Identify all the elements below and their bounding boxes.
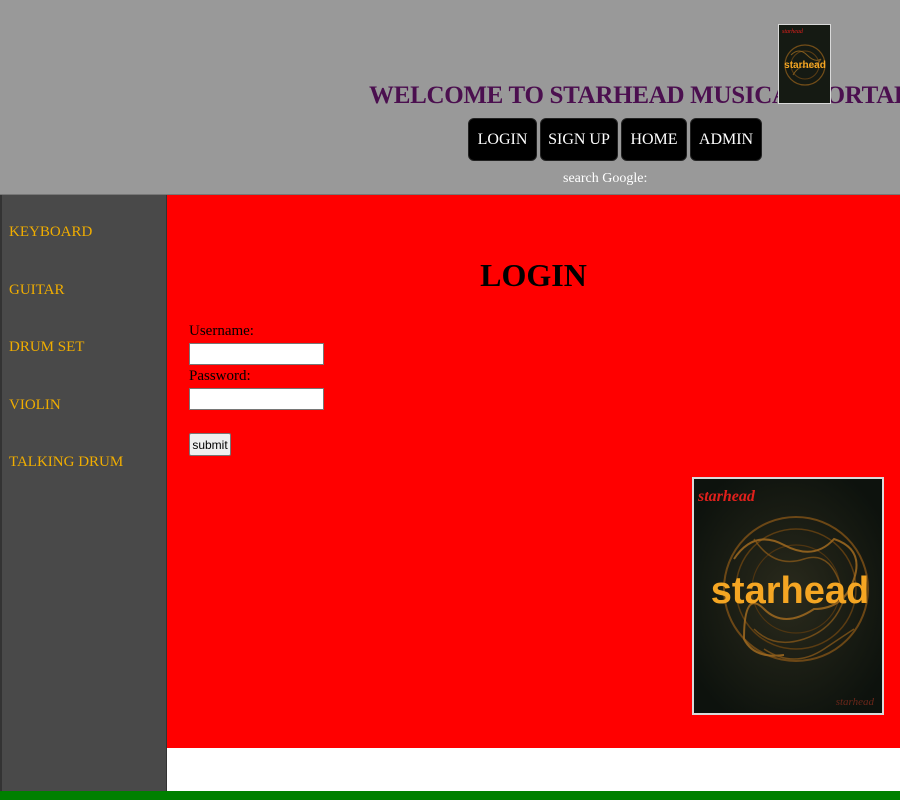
header-logo-text: starhead bbox=[784, 60, 826, 71]
nav-home-button[interactable]: HOME bbox=[621, 118, 687, 161]
main-content: LOGIN Username: Password: submit starhea… bbox=[167, 195, 900, 748]
submit-button[interactable]: submit bbox=[189, 433, 231, 456]
username-label: Username: bbox=[189, 323, 254, 339]
starhead-logo-image: starhead starhead starhead bbox=[692, 477, 884, 715]
username-input[interactable] bbox=[189, 343, 324, 365]
sidebar-item-drum-set[interactable]: DRUM SET bbox=[9, 339, 84, 356]
search-google-label: search Google: bbox=[563, 171, 648, 186]
sidebar-item-guitar[interactable]: GUITAR bbox=[9, 282, 64, 299]
password-input[interactable] bbox=[189, 388, 324, 410]
sidebar: KEYBOARD GUITAR DRUM SET VIOLIN TALKING … bbox=[0, 195, 167, 791]
password-label: Password: bbox=[189, 368, 251, 384]
header-logo-graphic: starhead starhead bbox=[779, 25, 830, 103]
sidebar-item-violin[interactable]: VIOLIN bbox=[9, 397, 61, 414]
header-logo: starhead starhead bbox=[778, 24, 831, 104]
header-logo-corner-text: starhead bbox=[782, 29, 804, 35]
login-title: LOGIN bbox=[480, 257, 587, 293]
sidebar-item-talking-drum[interactable]: TALKING DRUM bbox=[9, 454, 123, 471]
footer-bar bbox=[0, 791, 900, 800]
logo-corner-text: starhead bbox=[697, 488, 756, 505]
logo-signature-text: starhead bbox=[836, 696, 875, 708]
starhead-logo-graphic: starhead starhead starhead bbox=[694, 479, 882, 713]
nav-signup-button[interactable]: SIGN UP bbox=[540, 118, 618, 161]
logo-main-text: starhead bbox=[711, 570, 869, 612]
nav-login-button[interactable]: LOGIN bbox=[468, 118, 537, 161]
nav-admin-button[interactable]: ADMIN bbox=[690, 118, 762, 161]
header: WELCOME TO STARHEAD MUSICAL PORTAL starh… bbox=[0, 0, 900, 195]
sidebar-item-keyboard[interactable]: KEYBOARD bbox=[9, 224, 92, 241]
